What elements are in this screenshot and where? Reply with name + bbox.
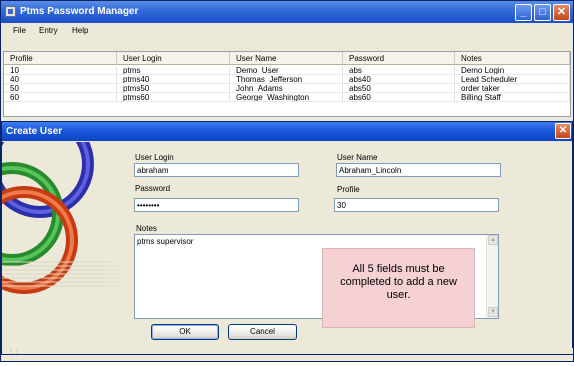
column-header-profile[interactable]: Profile [4, 52, 117, 65]
dialog-title: Create User [6, 126, 63, 137]
password-input[interactable]: •••••••• [134, 198, 299, 212]
column-header-notes[interactable]: Notes [455, 52, 570, 65]
close-button[interactable]: ✕ [553, 4, 570, 21]
scroll-down-icon[interactable]: ▼ [488, 307, 498, 317]
profile-label: Profile [337, 185, 360, 194]
notes-label: Notes [136, 224, 157, 233]
grid-cell[interactable]: abs [343, 66, 455, 75]
profile-input[interactable]: 30 [334, 198, 499, 212]
grid-cell[interactable]: order taker [455, 84, 570, 93]
password-label: Password [135, 184, 171, 193]
scroll-up-icon[interactable]: ▲ [488, 235, 498, 245]
create-user-dialog: Create User ✕ User Login abraham Passwor… [1, 121, 573, 355]
user-login-input[interactable]: abraham [134, 163, 299, 177]
grid-cell[interactable]: Demo Login [455, 66, 570, 75]
grid-cell[interactable]: abs40 [343, 75, 455, 84]
grid-cell[interactable]: 10 [4, 66, 117, 75]
minimize-button[interactable]: _ [515, 4, 532, 21]
grid-cell[interactable]: Thomas_Jefferson [230, 75, 343, 84]
grid-cell[interactable]: ptms [117, 66, 230, 75]
resize-grip-icon[interactable]: ⋮⋮ [8, 349, 20, 355]
maximize-button[interactable]: □ [534, 4, 551, 21]
main-window: Ptms Password Manager _ □ ✕ File Entry H… [0, 0, 574, 362]
grid-cell[interactable]: 40 [4, 75, 117, 84]
grid-cell[interactable]: abs50 [343, 84, 455, 93]
grid-cell[interactable]: ptms60 [117, 93, 230, 102]
user-login-label: User Login [135, 153, 174, 162]
users-grid[interactable]: Profile User Login User Name Password No… [3, 51, 571, 117]
rings-logo [2, 142, 130, 332]
window-title: Ptms Password Manager [20, 6, 139, 17]
column-header-user-name[interactable]: User Name [230, 52, 343, 65]
grid-cell[interactable]: ptms50 [117, 84, 230, 93]
menu-help[interactable]: Help [72, 26, 88, 35]
dialog-title-bar[interactable]: Create User ✕ [2, 122, 572, 141]
dialog-close-button[interactable]: ✕ [555, 123, 571, 139]
grid-cell[interactable]: George_Washington [230, 93, 343, 102]
menu-bar: File Entry Help [1, 23, 573, 39]
grid-cell[interactable]: 50 [4, 84, 117, 93]
grid-cell[interactable]: 60 [4, 93, 117, 102]
ok-button[interactable]: OK [151, 324, 219, 340]
dialog-status-strip [3, 348, 573, 354]
main-title-bar[interactable]: Ptms Password Manager _ □ ✕ [1, 1, 573, 23]
required-fields-callout: All 5 fields must be completed to add a … [322, 248, 475, 328]
menu-file[interactable]: File [13, 26, 26, 35]
column-header-password[interactable]: Password [343, 52, 455, 65]
app-icon [5, 6, 16, 17]
menu-entry[interactable]: Entry [39, 26, 58, 35]
grid-cell[interactable]: Lead Scheduler [455, 75, 570, 84]
user-name-input[interactable]: Abraham_Lincoln [336, 163, 501, 177]
grid-cell[interactable]: ptms40 [117, 75, 230, 84]
grid-cell[interactable]: Demo_User [230, 66, 343, 75]
cancel-button[interactable]: Cancel [228, 324, 297, 340]
user-name-label: User Name [337, 153, 378, 162]
notes-scrollbar[interactable]: ▲ ▼ [486, 235, 498, 318]
column-header-user-login[interactable]: User Login [117, 52, 230, 65]
grid-cell[interactable]: Billing Staff [455, 93, 570, 102]
grid-cell[interactable]: abs60 [343, 93, 455, 102]
grid-cell[interactable]: John_Adams [230, 84, 343, 93]
